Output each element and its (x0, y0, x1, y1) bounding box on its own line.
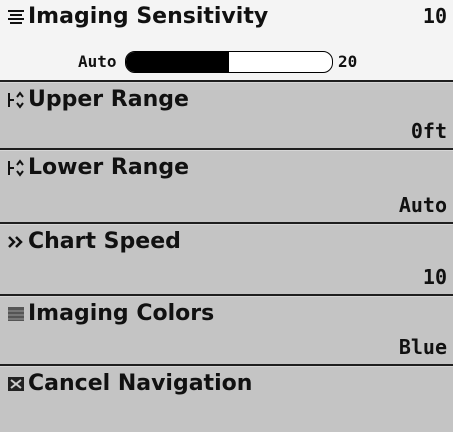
menu-item-label: Chart Speed (28, 229, 181, 254)
menu-item-value: 10 (422, 4, 447, 28)
cancel-navigation-icon (6, 374, 26, 394)
menu-item-title: Imaging Colors (6, 301, 214, 326)
menu-item-label: Imaging Colors (28, 301, 215, 326)
slider-max-label: 20 (338, 52, 358, 71)
chart-speed-icon (6, 232, 26, 252)
menu-item-chart-speed[interactable]: Chart Speed 10 (0, 224, 453, 294)
menu-item-value: 0ft (410, 119, 447, 143)
menu-item-title: Upper Range (6, 87, 189, 112)
upper-range-icon (6, 90, 26, 110)
menu-item-label: Upper Range (28, 87, 189, 112)
menu-item-title: Lower Range (6, 155, 189, 180)
menu-item-title: Cancel Navigation (6, 371, 252, 396)
menu-item-imaging-sensitivity[interactable]: Imaging Sensitivity 10 Auto 20 (0, 0, 453, 80)
menu-item-value: 10 (422, 265, 447, 289)
menu-item-cancel-navigation[interactable]: Cancel Navigation (0, 366, 453, 432)
menu-item-lower-range[interactable]: Lower Range Auto (0, 150, 453, 222)
menu-item-label: Imaging Sensitivity (28, 4, 269, 29)
sensitivity-icon (6, 7, 26, 27)
menu-item-value: Blue (398, 335, 447, 359)
menu-item-value: Auto (398, 193, 447, 217)
slider-min-label: Auto (78, 52, 117, 71)
imaging-colors-icon (6, 304, 26, 324)
menu-item-upper-range[interactable]: Upper Range 0ft (0, 82, 453, 148)
menu-item-title: Chart Speed (6, 229, 181, 254)
slider-track[interactable] (125, 51, 333, 73)
settings-menu: Imaging Sensitivity 10 Auto 20 Upper Ran… (0, 0, 453, 432)
menu-item-imaging-colors[interactable]: Imaging Colors Blue (0, 296, 453, 364)
menu-item-title: Imaging Sensitivity (6, 4, 268, 29)
menu-item-label: Cancel Navigation (28, 371, 253, 396)
menu-item-label: Lower Range (28, 155, 190, 180)
sensitivity-slider[interactable]: Auto 20 (0, 50, 453, 74)
lower-range-icon (6, 158, 26, 178)
slider-fill (126, 52, 229, 72)
